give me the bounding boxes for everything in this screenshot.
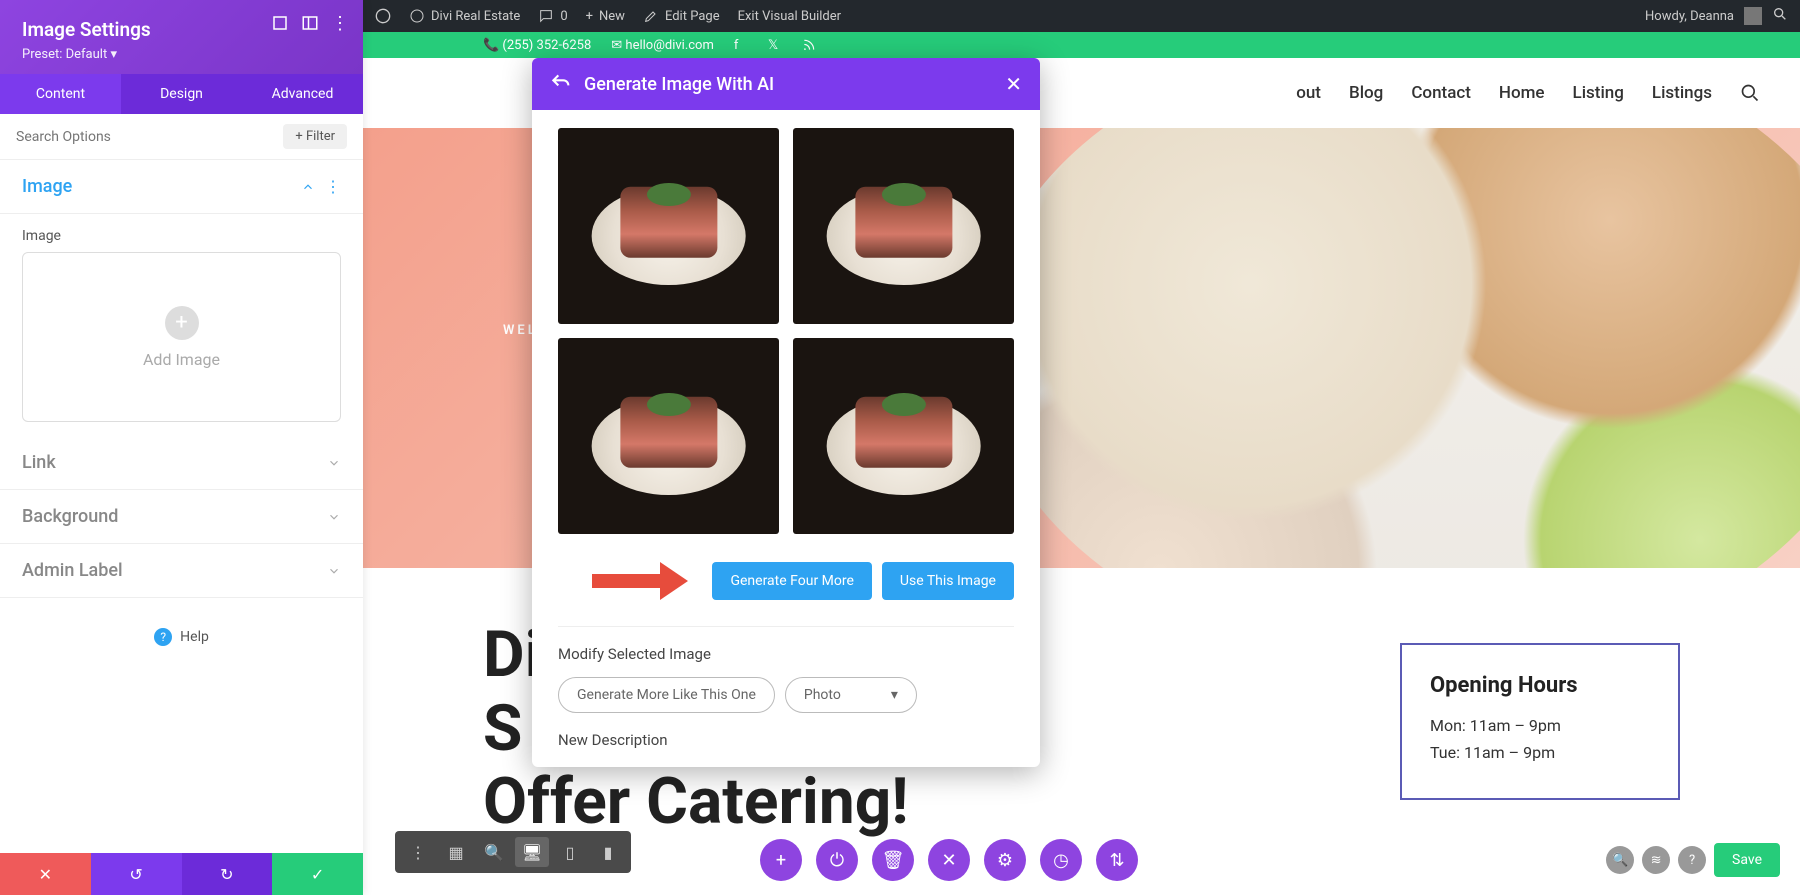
zoom-icon[interactable]: 🔍 — [1606, 846, 1634, 874]
zoom-icon[interactable]: 🔍 — [477, 837, 511, 867]
wireframe-icon[interactable]: ▦ — [439, 837, 473, 867]
help-icon: ? — [154, 628, 172, 646]
device-preview-bar: ⋮ ▦ 🔍 🖥 ▯ ▮ — [395, 831, 631, 873]
chevron-down-icon: ▾ — [891, 687, 898, 703]
use-this-image-button[interactable]: Use This Image — [882, 562, 1014, 600]
sidebar-tabs: Content Design Advanced — [0, 74, 363, 114]
hero-food-image — [980, 128, 1800, 568]
opening-hours-card: Opening Hours Mon: 11am – 9pm Tue: 11am … — [1400, 643, 1680, 800]
image-field-label: Image — [22, 228, 341, 244]
nav-contact[interactable]: Contact — [1411, 83, 1471, 103]
filter-button[interactable]: + Filter — [283, 124, 347, 149]
accordion-background[interactable]: Background — [0, 490, 363, 544]
settings-sidebar: Image Settings Preset: Default ▾ ⋮ Conte… — [0, 0, 363, 895]
tab-design[interactable]: Design — [121, 74, 242, 114]
ai-image-grid — [558, 128, 1014, 534]
edit-page-link[interactable]: Edit Page — [643, 8, 720, 24]
wp-logo-icon[interactable] — [375, 8, 391, 24]
chevron-down-icon — [327, 510, 341, 524]
trash-button[interactable]: 🗑 — [872, 839, 914, 881]
facebook-icon[interactable]: f — [734, 38, 748, 52]
new-description-label: New Description — [558, 731, 1014, 749]
panel-icon[interactable] — [301, 14, 319, 32]
accordion-image[interactable]: Image ⋮ — [0, 160, 363, 214]
redo-button[interactable]: ↻ — [182, 853, 273, 895]
settings-button[interactable]: ⚙ — [984, 839, 1026, 881]
phone-text: 📞 (255) 352-6258 — [483, 38, 591, 53]
back-icon[interactable] — [550, 72, 570, 96]
top-contact-bar: 📞 (255) 352-6258 ✉ hello@divi.com f 𝕏 — [363, 32, 1800, 58]
expand-icon[interactable] — [271, 14, 289, 32]
sort-button[interactable]: ⇅ — [1096, 839, 1138, 881]
help-icon[interactable]: ? — [1678, 846, 1706, 874]
generate-like-this-button[interactable]: Generate More Like This One — [558, 677, 775, 713]
tab-advanced[interactable]: Advanced — [242, 74, 363, 114]
wp-admin-bar: Divi Real Estate 0 + New Edit Page Exit … — [363, 0, 1800, 32]
comments-link[interactable]: 0 — [538, 8, 567, 24]
history-button[interactable]: ◷ — [1040, 839, 1082, 881]
nav-home[interactable]: Home — [1499, 83, 1545, 103]
close-button[interactable]: ✕ — [928, 839, 970, 881]
search-icon[interactable] — [1772, 6, 1788, 26]
hours-title: Opening Hours — [1430, 673, 1650, 698]
ai-result-1[interactable] — [558, 128, 779, 324]
modify-label: Modify Selected Image — [558, 645, 1014, 663]
discard-button[interactable]: ✕ — [0, 853, 91, 895]
builder-dock: + ⏻ 🗑 ✕ ⚙ ◷ ⇅ — [760, 839, 1138, 881]
chevron-down-icon — [327, 564, 341, 578]
accordion-admin-label[interactable]: Admin Label — [0, 544, 363, 598]
ai-result-2[interactable] — [793, 128, 1014, 324]
help-link[interactable]: ?Help — [0, 628, 363, 646]
ai-image-modal: Generate Image With AI ✕ Generate Four M… — [532, 58, 1040, 767]
layers-icon[interactable]: ≋ — [1642, 846, 1670, 874]
nav-about[interactable]: out — [1296, 83, 1321, 103]
mobile-icon[interactable]: ▮ — [591, 837, 625, 867]
save-button[interactable]: Save — [1714, 843, 1780, 877]
sidebar-action-bar: ✕ ↺ ↻ ✓ — [0, 853, 363, 895]
generate-four-more-button[interactable]: Generate Four More — [712, 562, 871, 600]
close-icon[interactable]: ✕ — [1005, 72, 1022, 96]
site-link[interactable]: Divi Real Estate — [409, 8, 520, 24]
search-input[interactable] — [16, 129, 283, 145]
sidebar-header: Image Settings Preset: Default ▾ ⋮ — [0, 0, 363, 74]
search-bar: + Filter — [0, 114, 363, 160]
howdy-text[interactable]: Howdy, Deanna — [1645, 9, 1734, 24]
hours-mon: Mon: 11am – 9pm — [1430, 716, 1650, 735]
nav-listings[interactable]: Listings — [1652, 83, 1712, 103]
modal-header: Generate Image With AI ✕ — [532, 58, 1040, 110]
tablet-icon[interactable]: ▯ — [553, 837, 587, 867]
add-image-dropzone[interactable]: + Add Image — [22, 252, 341, 422]
tab-content[interactable]: Content — [0, 74, 121, 114]
ai-result-4[interactable] — [793, 338, 1014, 534]
accordion-link[interactable]: Link — [0, 436, 363, 490]
image-section-body: Image + Add Image — [0, 214, 363, 436]
avatar[interactable] — [1744, 7, 1762, 25]
preset-dropdown[interactable]: Preset: Default ▾ — [22, 47, 341, 62]
section-more-icon[interactable]: ⋮ — [325, 177, 341, 196]
plus-icon: + — [165, 306, 199, 340]
new-link[interactable]: + New — [586, 9, 625, 24]
desktop-icon[interactable]: 🖥 — [515, 837, 549, 867]
confirm-button[interactable]: ✓ — [272, 853, 363, 895]
undo-button[interactable]: ↺ — [91, 853, 182, 895]
ai-result-3[interactable] — [558, 338, 779, 534]
power-button[interactable]: ⏻ — [816, 839, 858, 881]
exit-builder-link[interactable]: Exit Visual Builder — [738, 9, 841, 24]
right-dock: 🔍 ≋ ? Save — [1606, 843, 1780, 877]
annotation-arrow — [592, 558, 702, 604]
modal-title: Generate Image With AI — [584, 74, 774, 95]
hours-tue: Tue: 11am – 9pm — [1430, 743, 1650, 762]
nav-listing[interactable]: Listing — [1573, 83, 1624, 103]
chevron-up-icon — [301, 180, 315, 194]
nav-search-icon[interactable] — [1740, 83, 1760, 103]
style-select[interactable]: Photo▾ — [785, 677, 917, 713]
more-icon[interactable]: ⋮ — [331, 14, 349, 32]
chevron-down-icon — [327, 456, 341, 470]
email-text: ✉ hello@divi.com — [611, 38, 714, 53]
rss-icon[interactable] — [802, 38, 816, 52]
x-icon[interactable]: 𝕏 — [768, 38, 782, 52]
nav-blog[interactable]: Blog — [1349, 83, 1383, 103]
add-button[interactable]: + — [760, 839, 802, 881]
more-icon[interactable]: ⋮ — [401, 837, 435, 867]
